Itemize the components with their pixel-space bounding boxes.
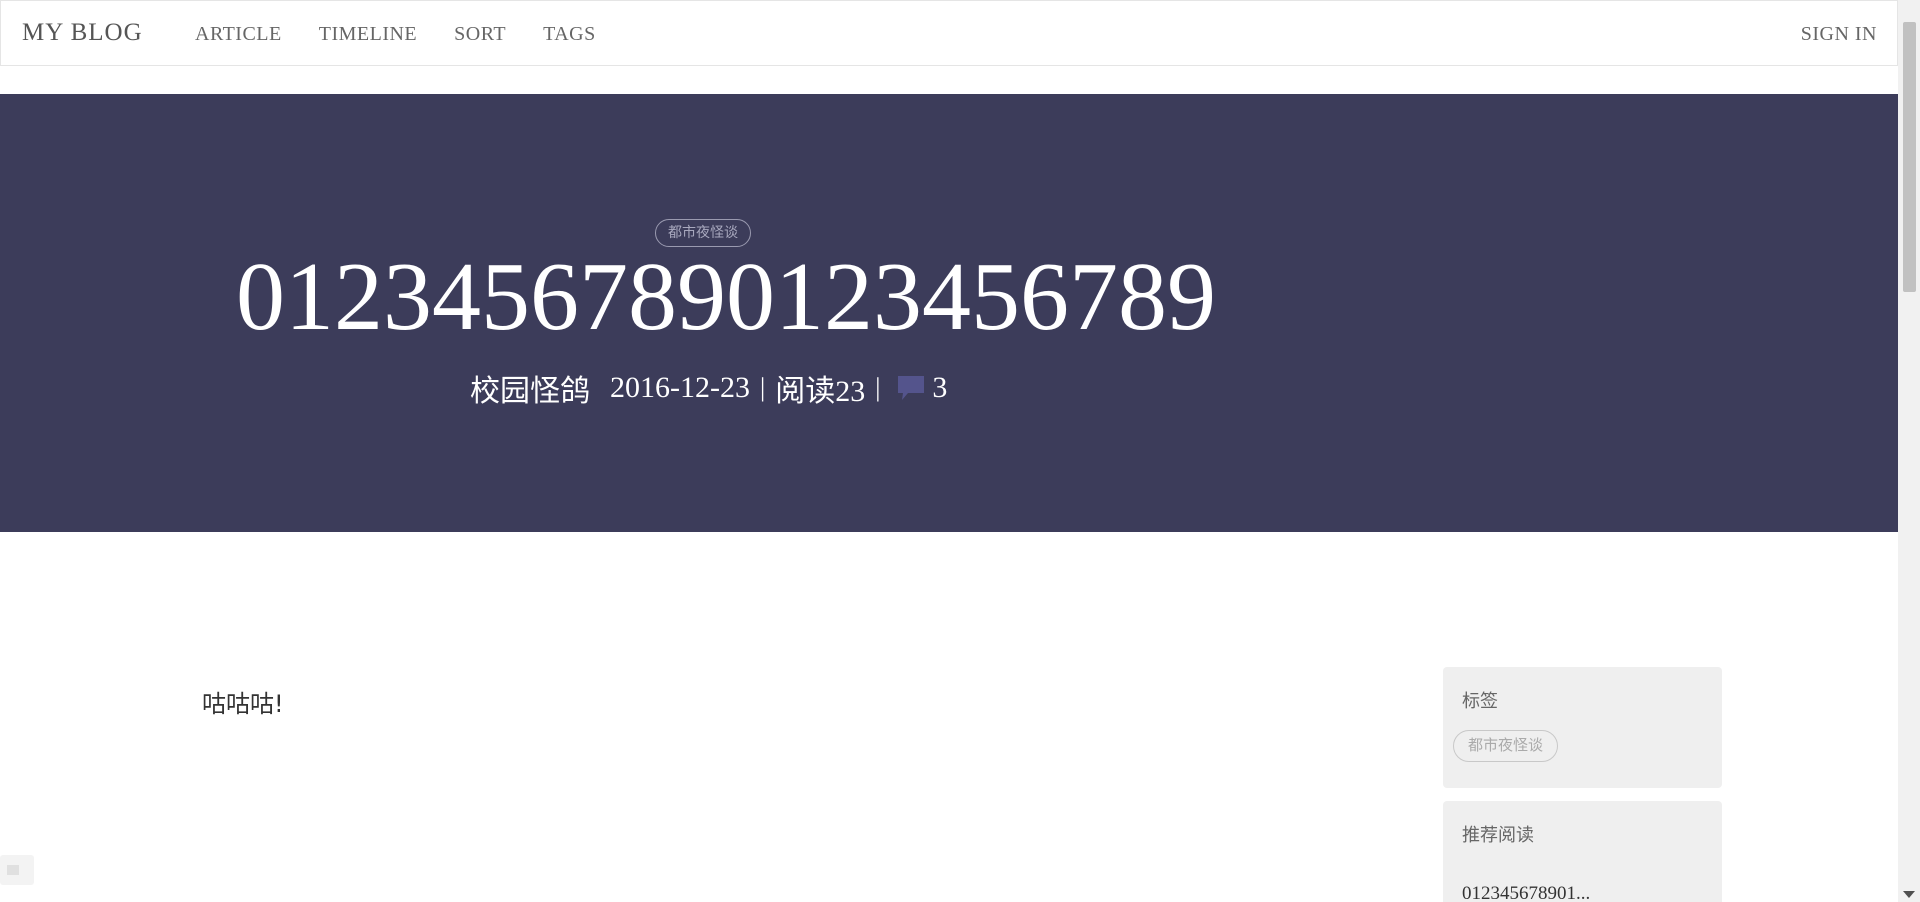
hero-banner: 都市夜怪谈 01234567890123456789 校园怪鸽 2016-12-… (0, 94, 1898, 532)
article-body: 咕咕咕! (202, 690, 284, 718)
post-comment-count[interactable]: 3 (932, 371, 947, 405)
tag-chip[interactable]: 都市夜怪谈 (1453, 730, 1559, 762)
post-date: 2016-12-23 (610, 371, 750, 404)
nav-link-timeline[interactable]: TIMELINE (319, 23, 417, 46)
page-scrollbar[interactable] (1898, 0, 1920, 902)
post-title: 01234567890123456789 (236, 243, 1216, 351)
page: MY BLOG ARTICLE TIMELINE SORT TAGS SIGN … (0, 0, 1920, 902)
nav-link-article[interactable]: ARTICLE (195, 23, 282, 46)
scrollbar-thumb[interactable] (1903, 22, 1916, 292)
corner-widget-icon (7, 865, 19, 875)
recommend-item[interactable]: 012345678901... (1462, 883, 1590, 902)
tags-widget-title: 标签 (1462, 691, 1498, 711)
scroll-down-arrow-icon[interactable] (1903, 891, 1915, 898)
tags-widget: 标签 都市夜怪谈 (1443, 667, 1722, 788)
comment-icon[interactable] (896, 373, 926, 403)
post-author[interactable]: 校园怪鸽 (470, 366, 590, 410)
nav-links: ARTICLE TIMELINE SORT TAGS (195, 23, 633, 46)
sign-in-link[interactable]: SIGN IN (1801, 23, 1877, 46)
top-navbar: MY BLOG ARTICLE TIMELINE SORT TAGS SIGN … (0, 0, 1898, 66)
floating-corner-button[interactable] (0, 855, 34, 885)
nav-link-tags[interactable]: TAGS (543, 23, 596, 46)
meta-separator: | (875, 373, 881, 402)
post-read-count: 阅读23 (775, 375, 866, 408)
recommend-widget: 推荐阅读 012345678901... (1443, 801, 1722, 902)
brand-logo[interactable]: MY BLOG (22, 19, 143, 47)
meta-separator: | (759, 373, 766, 402)
recommend-widget-title: 推荐阅读 (1462, 825, 1534, 845)
post-meta: 校园怪鸽 2016-12-23 | 阅读23 | 3 (470, 366, 947, 410)
nav-link-sort[interactable]: SORT (454, 23, 506, 46)
